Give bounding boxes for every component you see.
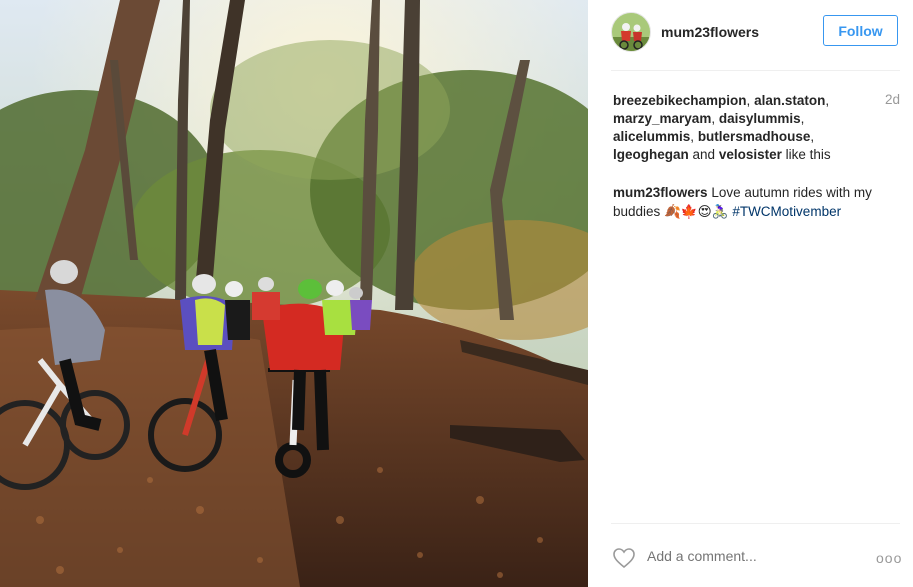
post-photo[interactable] [0, 0, 588, 587]
post-caption: mum23flowers Love autumn rides with my b… [613, 183, 903, 221]
like-user[interactable]: velosister [719, 147, 782, 162]
header-divider [611, 70, 900, 71]
post-sidebar: mum23flowers Follow breezebikechampion, … [588, 0, 913, 587]
likes-suffix: like this [785, 147, 831, 162]
post-username[interactable]: mum23flowers [661, 24, 759, 40]
caption-hashtag[interactable]: #TWCMotivember [732, 204, 841, 219]
ellipsis-icon[interactable]: ooo [876, 550, 902, 566]
like-user[interactable]: alan.staton [754, 93, 825, 108]
caption-username[interactable]: mum23flowers [613, 185, 708, 200]
like-user[interactable]: breezebikechampion [613, 93, 747, 108]
comment-input[interactable] [647, 548, 857, 564]
like-user[interactable]: daisylummis [719, 111, 801, 126]
like-user[interactable]: alicelummis [613, 129, 690, 144]
comment-divider [611, 523, 900, 524]
autumn-cycling-photo [0, 0, 588, 587]
likes-summary: breezebikechampion, alan.staton, marzy_m… [613, 93, 831, 162]
like-user[interactable]: butlersmadhouse [698, 129, 811, 144]
post-header: mum23flowers Follow [588, 0, 913, 70]
like-user[interactable]: marzy_maryam [613, 111, 711, 126]
follow-button[interactable]: Follow [823, 15, 898, 46]
comment-bar: ooo [588, 535, 913, 579]
avatar-photo [612, 13, 650, 51]
post-timestamp[interactable]: 2d [885, 92, 900, 107]
avatar[interactable] [611, 12, 651, 52]
instagram-post: mum23flowers Follow breezebikechampion, … [0, 0, 913, 587]
heart-icon[interactable] [612, 547, 636, 569]
like-user[interactable]: lgeoghegan [613, 147, 689, 162]
likes-connector: and [692, 147, 716, 162]
